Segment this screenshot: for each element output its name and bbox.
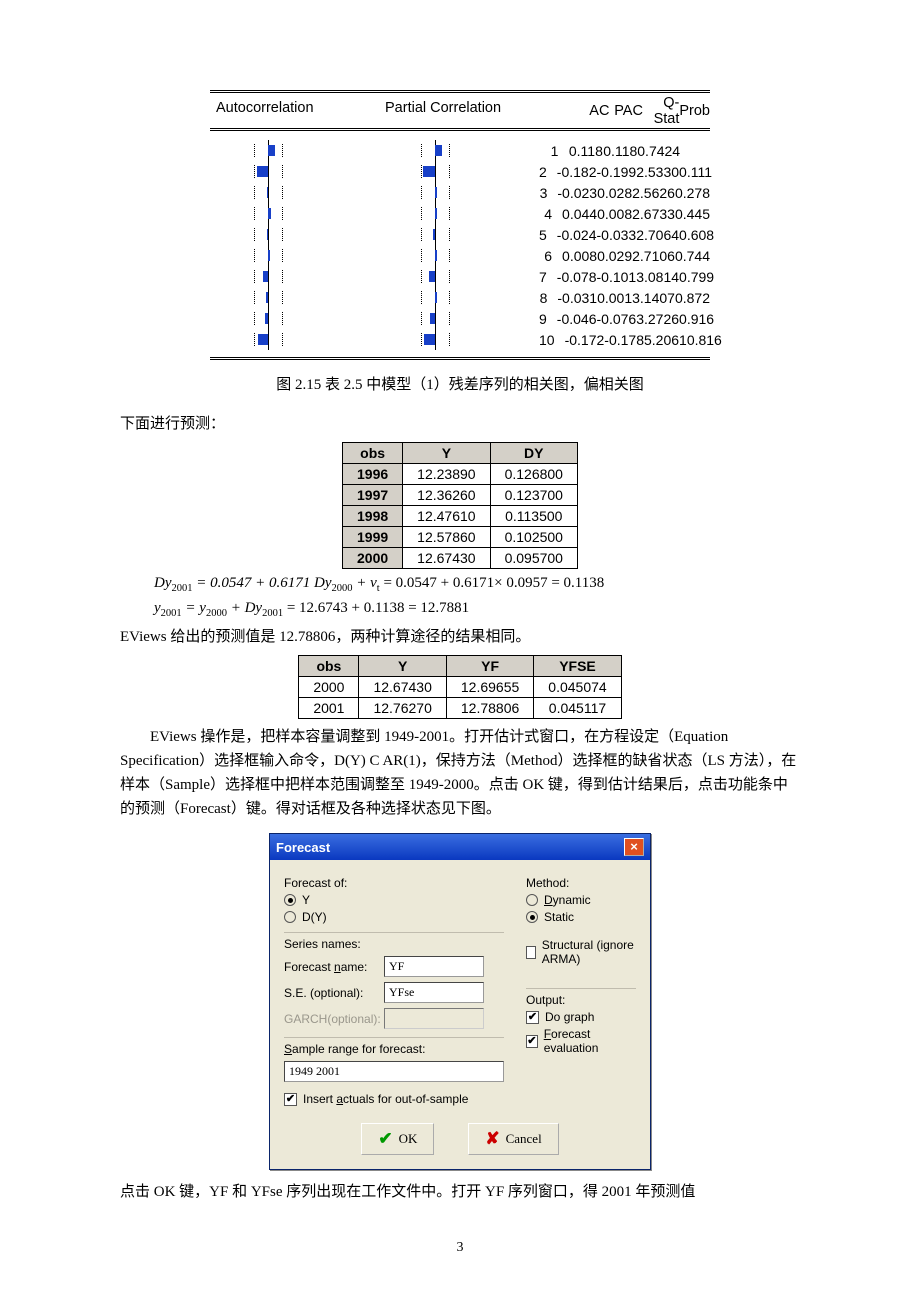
table-row: 200012.6743012.696550.045074 [299, 677, 621, 698]
corr-row: 10.1180.1180.7424 [210, 140, 710, 161]
corr-row: 2-0.182-0.1992.53300.111 [210, 161, 710, 182]
table-dy: obs Y DY 199612.238900.126800199712.3626… [342, 442, 578, 569]
forecast-intro: 下面进行预测： [120, 412, 800, 436]
se-label: S.E. (optional): [284, 986, 376, 1000]
insert-actuals-check[interactable]: ✔Insert actuals for out-of-sample [284, 1092, 504, 1106]
fname-label: Forecast name: [284, 960, 376, 974]
forecast-name-input[interactable] [384, 956, 484, 977]
page-number: 3 [120, 1240, 800, 1256]
radio-dynamic[interactable]: Dynamic [526, 893, 636, 907]
close-icon[interactable]: × [624, 838, 644, 856]
corr-row: 10-0.172-0.1785.20610.816 [210, 329, 710, 350]
t2-h2: YF [446, 656, 533, 677]
cancel-button[interactable]: ✘Cancel [468, 1123, 558, 1155]
sample-range-input[interactable] [284, 1061, 504, 1082]
radio-static[interactable]: Static [526, 910, 636, 924]
operation-paragraph: EViews 操作是，把样本容量调整到 1949-2001。打开估计式窗口，在方… [120, 725, 800, 821]
corr-row: 7-0.078-0.1013.08140.799 [210, 266, 710, 287]
table-row: 200112.7627012.788060.045117 [299, 698, 621, 719]
equation-1: Dy2001 = 0.0547 + 0.6171 Dy2000 + vt = 0… [120, 575, 800, 594]
check-dograph[interactable]: ✔Do graph [526, 1010, 636, 1024]
correlogram-panel: Autocorrelation Partial Correlation AC P… [210, 90, 710, 360]
t2-h0: obs [299, 656, 359, 677]
corr-row: 8-0.0310.0013.14070.872 [210, 287, 710, 308]
ok-button[interactable]: ✔OK [361, 1123, 434, 1155]
radio-y[interactable]: Y [284, 893, 504, 907]
output-label: Output: [526, 993, 636, 1007]
radio-dy[interactable]: D(Y) [284, 910, 504, 924]
hdr-ac: AC [576, 103, 610, 119]
corr-row: 3-0.0230.0282.56260.278 [210, 182, 710, 203]
garch-input [384, 1008, 484, 1029]
t1-h1: Y [403, 443, 490, 464]
check-on-icon: ✔ [526, 1035, 538, 1048]
dialog-titlebar: Forecast × [270, 834, 650, 860]
hdr-autocorr: Autocorrelation [210, 100, 356, 121]
after-dialog-text: 点击 OK 键，YF 和 YFse 序列出现在工作文件中。打开 YF 序列窗口，… [120, 1180, 800, 1204]
check-fe[interactable]: ✔Forecast evaluation [526, 1027, 636, 1055]
series-names-label: Series names: [284, 937, 504, 951]
corr-row: 9-0.046-0.0763.27260.916 [210, 308, 710, 329]
radio-on-icon [526, 911, 538, 923]
corr-row: 40.0440.0082.67330.445 [210, 203, 710, 224]
check-structural[interactable]: Structural (ignore ARMA) [526, 938, 636, 966]
check-on-icon: ✔ [526, 1011, 539, 1024]
t2-h3: YFSE [534, 656, 621, 677]
table-forecast: obs Y YF YFSE 200012.6743012.696550.0450… [298, 655, 621, 719]
forecast-dialog: Forecast × Forecast of: Y D(Y) Series na… [269, 833, 651, 1170]
table-row: 200012.674300.095700 [343, 548, 578, 569]
equation-2: y2001 = y2000 + Dy2001 = 12.6743 + 0.113… [120, 600, 800, 619]
check-off-icon [526, 946, 536, 959]
t1-h2: DY [490, 443, 577, 464]
hdr-pac: PAC [609, 103, 643, 119]
corr-row: 60.0080.0292.71060.744 [210, 245, 710, 266]
table-row: 199612.238900.126800 [343, 464, 578, 485]
t1-h0: obs [343, 443, 403, 464]
table-row: 199912.578600.102500 [343, 527, 578, 548]
eviews-result-text: EViews 给出的预测值是 12.78806，两种计算途径的结果相同。 [120, 625, 800, 649]
se-input[interactable] [384, 982, 484, 1003]
sample-range-label: Sample range for forecast: [284, 1042, 504, 1056]
table-row: 199812.476100.113500 [343, 506, 578, 527]
forecast-of-label: Forecast of: [284, 876, 504, 890]
cancel-icon: ✘ [485, 1129, 499, 1149]
radio-off-icon [526, 894, 538, 906]
dialog-title: Forecast [276, 840, 330, 855]
radio-on-icon [284, 894, 296, 906]
garch-label: GARCH(optional): [284, 1012, 376, 1026]
hdr-prob: Prob [679, 103, 710, 119]
hdr-partcorr: Partial Correlation [383, 100, 520, 121]
radio-off-icon [284, 911, 296, 923]
ok-icon: ✔ [378, 1129, 392, 1149]
check-on-icon: ✔ [284, 1093, 297, 1106]
hdr-q: Q-Stat [643, 95, 679, 127]
method-label: Method: [526, 876, 636, 890]
t2-h1: Y [359, 656, 446, 677]
corr-row: 5-0.024-0.0332.70640.608 [210, 224, 710, 245]
table-row: 199712.362600.123700 [343, 485, 578, 506]
figure-caption: 图 2.15 表 2.5 中模型（1）残差序列的相关图，偏相关图 [120, 373, 800, 394]
